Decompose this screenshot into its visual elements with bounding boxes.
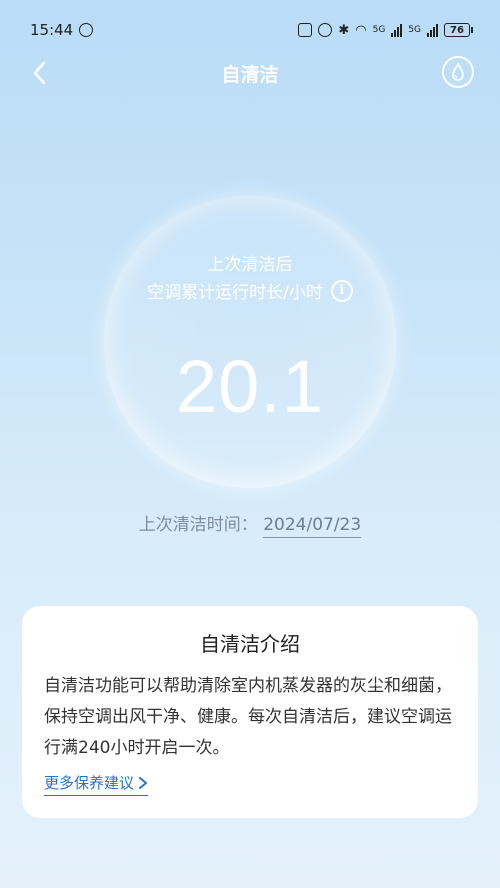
wifi-icon: ◠ [355, 22, 367, 38]
nav-bar: 自清洁 [0, 46, 500, 100]
status-left: 15:44 [30, 21, 94, 39]
water-drop-button[interactable] [442, 56, 474, 88]
signal-bars-icon [391, 23, 403, 37]
page-title: 自清洁 [221, 63, 279, 86]
bubble-caption-line1: 上次清洁后 [207, 255, 293, 275]
vibrate-icon [318, 23, 333, 37]
runtime-bubble [104, 196, 396, 488]
last-clean-date: 2024/07/23 [263, 515, 362, 538]
intro-card: 自清洁介绍 自清洁功能可以帮助清除室内机蒸发器的灰尘和细菌，保持空调出风干净、健… [22, 606, 478, 818]
water-drop-icon [452, 62, 464, 81]
runtime-value: 20.1 [175, 345, 325, 428]
back-button[interactable] [26, 58, 56, 88]
app-notification-icon [79, 23, 94, 37]
status-time: 15:44 [30, 21, 74, 39]
bubble-caption-text: 空调累计运行时长/小时 [147, 283, 323, 303]
status-right: ✱ ◠ 5G 5G 76 [298, 22, 473, 38]
chevron-right-icon [139, 776, 148, 789]
nfc-icon [298, 23, 313, 37]
card-body: 自清洁功能可以帮助清除室内机蒸发器的灰尘和细菌，保持空调出风干净、健康。每次自清… [44, 676, 452, 758]
last-clean-label: 上次清洁时间： [138, 515, 258, 535]
signal-label-1: 5G [372, 25, 386, 35]
more-tips-label: 更多保养建议 [44, 774, 135, 792]
signal-bars-icon-2 [427, 23, 438, 37]
chevron-left-icon [33, 61, 46, 85]
info-icon[interactable]: i [330, 279, 353, 302]
card-title: 自清洁介绍 [200, 632, 300, 656]
battery-icon: 76 [444, 23, 473, 37]
battery-level: 76 [450, 24, 464, 36]
last-clean-row: 上次清洁时间： 2024/07/23 [0, 510, 500, 538]
bubble-caption-line2: 空调累计运行时长/小时 i [0, 278, 500, 303]
signal-label-2: 5G [408, 25, 421, 35]
more-tips-link[interactable]: 更多保养建议 [44, 772, 149, 796]
bluetooth-icon: ✱ [338, 22, 350, 38]
